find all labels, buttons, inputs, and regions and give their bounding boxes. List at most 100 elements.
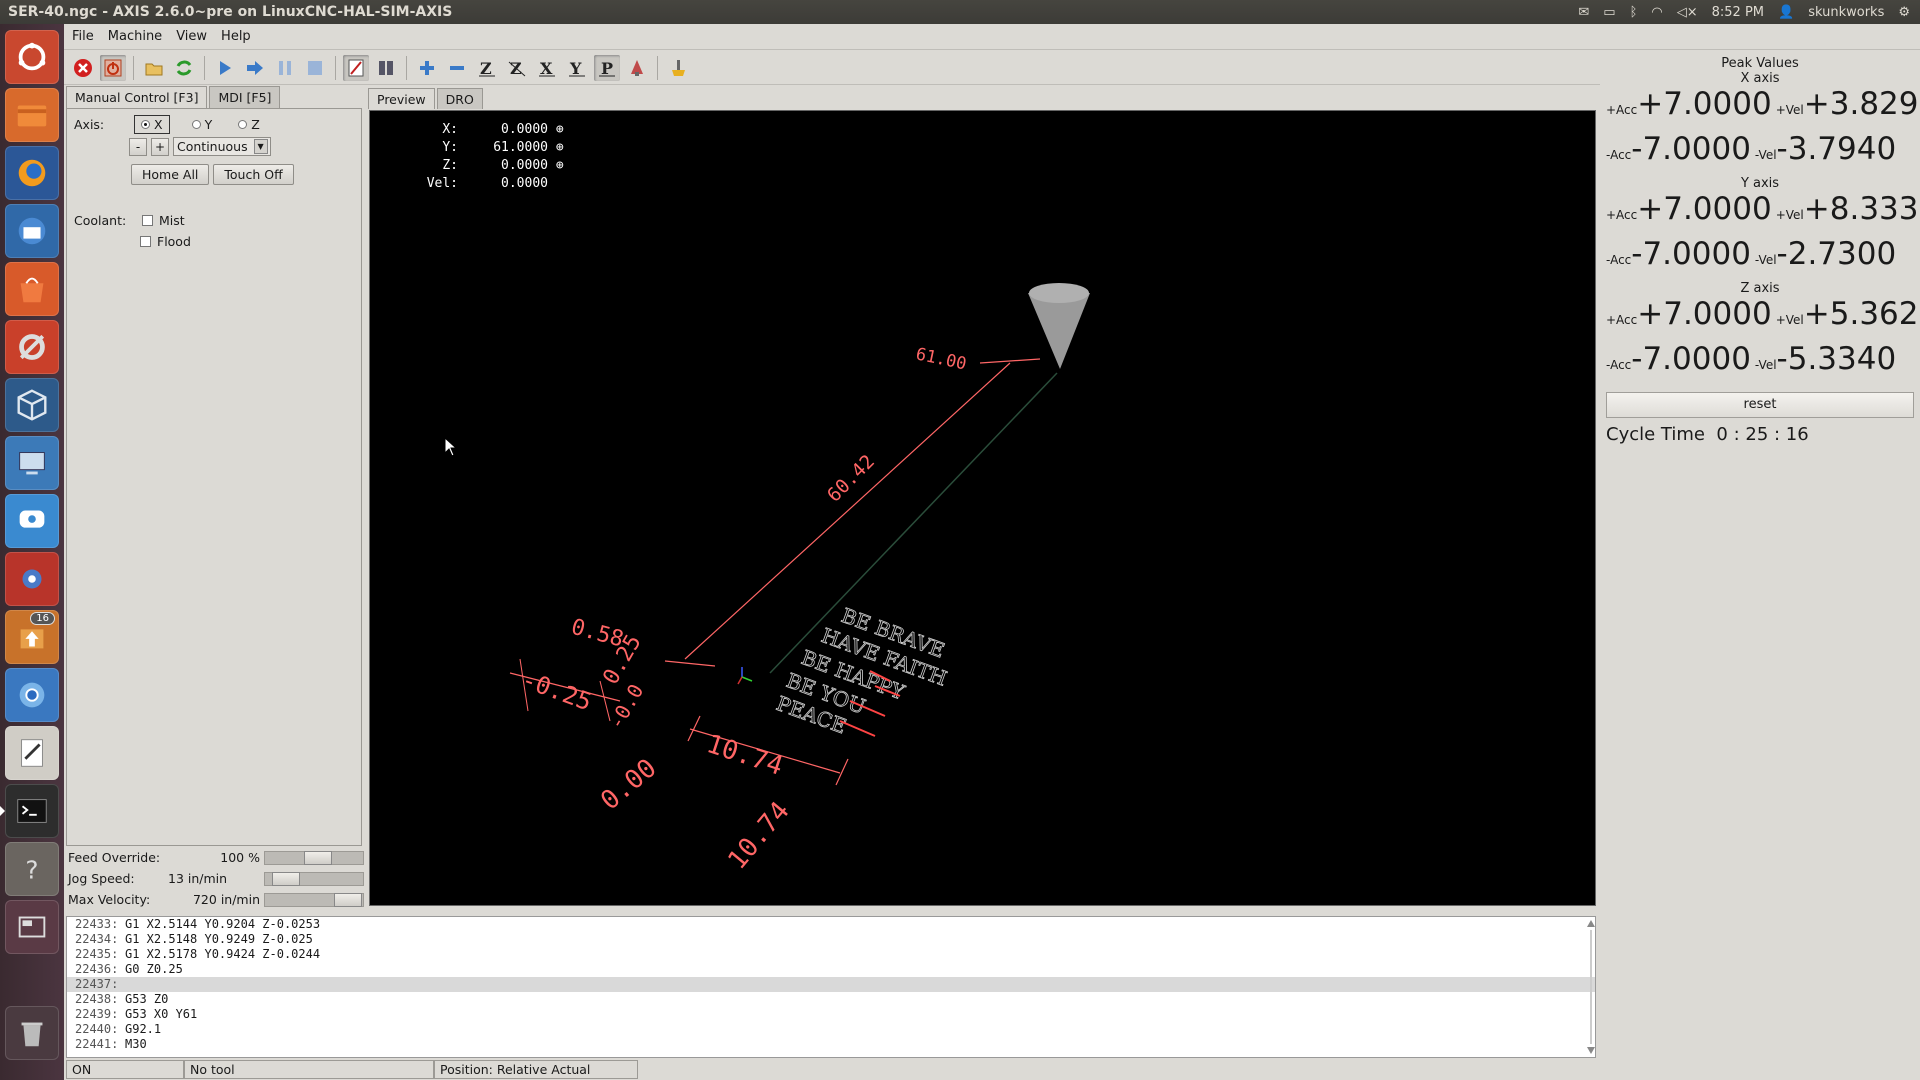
max-velocity-slider[interactable]	[264, 893, 364, 907]
view-p-button[interactable]: P	[594, 54, 620, 81]
preview-canvas[interactable]: X: 0.0000 ⊕ Y: 61.0000 ⊕ Z: 0.0000 ⊕ Vel: 0.…	[369, 110, 1596, 906]
y-pos-acc-value: +7.0000	[1637, 191, 1772, 227]
radio-dot-icon	[191, 120, 201, 129]
z-negative-row: -Acc -7.0000 -Vel -5.3340	[1600, 341, 1920, 386]
toggle-tool-icon[interactable]	[624, 55, 650, 81]
gcode-listing[interactable]: 22433: G1 X2.5144 Y0.9204 Z-0.0253 22434: G…	[66, 916, 1596, 1058]
optional-stop-button[interactable]	[373, 55, 399, 81]
feed-override-slider[interactable]	[264, 851, 364, 865]
gcode-line[interactable]: 22438: G53 Z0	[67, 992, 1595, 1007]
system-tools-icon[interactable]	[5, 320, 59, 374]
thunderbird-icon[interactable]	[5, 204, 59, 258]
stop-button[interactable]	[302, 55, 328, 81]
gcode-line[interactable]: 22441: M30	[67, 1037, 1595, 1052]
axis-y-label: Y	[204, 117, 213, 132]
view-y-button[interactable]: Y	[564, 55, 590, 81]
battery-icon[interactable]: ▭	[1603, 5, 1615, 20]
dim-label-x-length: 10.74	[703, 729, 787, 782]
y-positive-row: +Acc+7.0000+Vel+8.3333	[1600, 191, 1920, 236]
gcode-line-number: 22438:	[75, 992, 119, 1006]
empathy-icon[interactable]	[5, 494, 59, 548]
remote-desktop-icon[interactable]	[5, 436, 59, 490]
ubuntu-software-icon[interactable]	[5, 262, 59, 316]
flood-checkbox[interactable]	[140, 236, 151, 247]
menu-view[interactable]: View	[176, 29, 207, 44]
status-position-mode: Position: Relative Actual	[434, 1060, 638, 1079]
dim-label-y-length: 60.42	[823, 451, 879, 507]
jog-speed-thumb[interactable]	[272, 872, 300, 886]
dim-label-x-max: 10.74	[722, 796, 795, 875]
jog-increment-select[interactable]: Continuous ▼	[173, 137, 271, 156]
y-axis-title: Y axis	[1740, 176, 1780, 191]
axis-radio-z[interactable]: Z	[232, 116, 266, 133]
wifi-icon[interactable]: ◠	[1651, 5, 1662, 20]
tool-cone	[1028, 293, 1090, 369]
virtualbox-icon[interactable]	[5, 378, 59, 432]
text-editor-icon[interactable]	[5, 726, 59, 780]
estop-button[interactable]	[70, 55, 96, 81]
gear-icon[interactable]: ⚙	[1898, 5, 1910, 20]
volume-icon[interactable]: ◁×	[1677, 5, 1698, 20]
gcode-line[interactable]: 22439: G53 X0 Y61	[67, 1007, 1595, 1022]
view-z2-button[interactable]: Z	[504, 55, 530, 81]
updates-badge: 16	[30, 612, 55, 625]
gcode-line-text: G1 X2.5144 Y0.9204 Z-0.0253	[125, 917, 321, 931]
gcode-scrollbar[interactable]	[1586, 918, 1596, 1056]
gcode-line[interactable]: 22436: G0 Z0.25	[67, 962, 1595, 977]
tab-dro[interactable]: DRO	[436, 88, 483, 109]
max-velocity-value: 720 in/min	[192, 892, 260, 907]
files-icon[interactable]	[5, 88, 59, 142]
menu-file[interactable]: File	[72, 29, 94, 44]
gcode-line-text: G0 Z0.25	[125, 962, 183, 976]
home-all-button[interactable]: Home All	[131, 164, 210, 185]
updates-icon[interactable]: 16	[5, 610, 59, 664]
zoom-in-icon[interactable]	[414, 55, 440, 81]
tab-preview[interactable]: Preview	[368, 88, 435, 109]
reload-button[interactable]	[171, 55, 197, 81]
tab-mdi[interactable]: MDI [F5]	[209, 86, 281, 108]
clock[interactable]: 8:52 PM	[1712, 5, 1764, 20]
jog-speed-slider[interactable]	[264, 872, 364, 886]
gcode-line[interactable]: 22434: G1 X2.5148 Y0.9249 Z-0.025	[67, 932, 1595, 947]
pause-button[interactable]	[272, 55, 298, 81]
terminal-icon[interactable]	[0, 784, 59, 838]
firefox-icon[interactable]	[5, 146, 59, 200]
touch-off-button[interactable]: Touch Off	[213, 164, 294, 185]
menu-help[interactable]: Help	[221, 29, 251, 44]
axis-radio-y[interactable]: Y	[186, 116, 219, 133]
tab-manual-control[interactable]: Manual Control [F3]	[66, 86, 208, 108]
gcode-line[interactable]: 22437:	[67, 977, 1595, 992]
mist-checkbox[interactable]	[142, 215, 153, 226]
max-velocity-thumb[interactable]	[334, 893, 362, 907]
view-z-button[interactable]: Z	[474, 55, 500, 81]
feed-override-thumb[interactable]	[304, 851, 332, 865]
bluetooth-icon[interactable]: ᛒ	[1630, 5, 1638, 20]
gcode-line[interactable]: 22435: G1 X2.5178 Y0.9424 Z-0.0244	[67, 947, 1595, 962]
help-icon[interactable]: ?	[5, 842, 59, 896]
reset-button[interactable]: reset	[1606, 392, 1914, 418]
trash-icon[interactable]	[5, 1006, 59, 1060]
chevron-down-icon[interactable]: ▼	[253, 139, 268, 154]
ubuntu-dash-icon[interactable]	[5, 30, 59, 84]
gcode-line[interactable]: 22433: G1 X2.5144 Y0.9204 Z-0.0253	[67, 917, 1595, 932]
zoom-out-icon[interactable]	[444, 55, 470, 81]
view-x-button[interactable]: X	[534, 55, 560, 81]
run-button[interactable]	[212, 55, 238, 81]
jog-minus-button[interactable]: -	[129, 137, 147, 156]
machine-power-button[interactable]	[100, 54, 126, 81]
workspaces-icon[interactable]	[5, 900, 59, 954]
settings-icon[interactable]	[5, 552, 59, 606]
mail-icon[interactable]: ✉	[1578, 5, 1589, 20]
menu-machine[interactable]: Machine	[108, 29, 162, 44]
jog-plus-button[interactable]: +	[151, 137, 169, 156]
block-delete-button[interactable]	[343, 54, 369, 81]
clear-plot-icon[interactable]	[665, 55, 691, 81]
user-menu[interactable]: skunkworks	[1808, 5, 1884, 20]
nvel-label: -Vel	[1754, 358, 1777, 372]
axis-radio-x[interactable]: X	[134, 115, 170, 134]
step-button[interactable]	[242, 55, 268, 81]
toolbar-separator	[133, 55, 134, 80]
gcode-line[interactable]: 22440: G92.1	[67, 1022, 1595, 1037]
chromium-icon[interactable]	[5, 668, 59, 722]
open-file-button[interactable]	[141, 55, 167, 81]
